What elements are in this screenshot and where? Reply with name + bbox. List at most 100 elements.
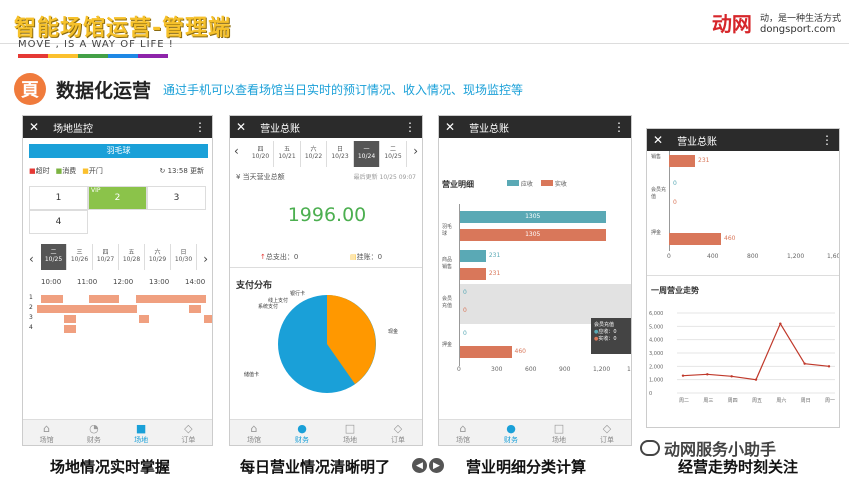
day-tab[interactable]: 一 10/24 — [354, 141, 380, 167]
court-cell[interactable]: 1 — [29, 186, 88, 210]
court-cell[interactable]: 3 — [147, 186, 206, 210]
tag-icon: ◇ — [184, 422, 193, 435]
bar-label: 0 — [463, 330, 467, 337]
slogan: MOVE , IS A WAY OF LIFE ! — [18, 39, 174, 50]
vip-badge: VIP — [91, 187, 101, 194]
tooltip-row: ●应收：0 — [594, 329, 617, 335]
expense-total: ↑总支出：0 — [260, 253, 299, 261]
y-tick: 0 — [649, 391, 652, 397]
day-tab[interactable]: 四 10/20 — [248, 141, 274, 167]
close-icon[interactable]: ✕ — [236, 120, 246, 134]
court-icon: □ — [344, 422, 356, 435]
pie-icon: ● — [506, 422, 516, 435]
day-tab[interactable]: 日 10/30 — [171, 244, 197, 270]
tab-bar: ⌂ 场馆 ◔ 财务 ■ 场地 ◇ 订单 — [23, 419, 212, 445]
bar-label: 460 — [724, 235, 736, 242]
tab-venue[interactable]: ⌂ 场馆 — [439, 420, 487, 445]
more-icon[interactable]: ⋮ — [821, 133, 833, 147]
bar-label: 0 — [673, 180, 677, 187]
row-label: 4 — [29, 324, 33, 331]
booked-slot — [204, 315, 212, 323]
x-tick: 周五 — [752, 398, 762, 404]
tab-order[interactable]: ◇ 订单 — [165, 420, 212, 445]
phone-screen-venue-monitor: ✕ 场地监控 ⋮ 羽毛球 ■超时 ■消费 ■开门 ↻ 13:58 更新 1 2 VI… — [22, 115, 213, 446]
axis-tick: 800 — [747, 253, 759, 260]
home-icon: ⌂ — [250, 422, 258, 435]
trend-point — [681, 374, 685, 377]
payment-pie-chart: 银行卡 线上支付 系统支付 现金 储值卡 — [244, 290, 398, 393]
close-icon[interactable]: ✕ — [29, 120, 39, 134]
trend-line — [682, 322, 830, 381]
y-tick: 1,000 — [649, 378, 663, 384]
tab-finance[interactable]: ● 财务 — [278, 420, 326, 445]
day-tab[interactable]: 日 10/23 — [328, 141, 354, 167]
tooltip-title: 会员充值 — [594, 322, 615, 328]
day-tab[interactable]: 六 10/22 — [301, 141, 327, 167]
court-cell[interactable]: 4 — [29, 210, 88, 234]
axis-tick: 300 — [491, 366, 503, 373]
more-icon[interactable]: ⋮ — [194, 120, 206, 134]
brand-logo: 动网 动，是一种生活方式 dongsport.com — [712, 8, 841, 37]
trend-point — [779, 322, 782, 325]
day-date: 10/23 — [331, 153, 349, 160]
trend-point — [803, 362, 806, 365]
day-tab[interactable]: 三 10/26 — [67, 244, 93, 270]
bar — [460, 250, 486, 262]
tab-venue[interactable]: ⌂ 场馆 — [23, 420, 70, 445]
refresh-time[interactable]: ↻ 13:58 更新 — [160, 166, 205, 176]
day-tab[interactable]: 五 10/28 — [119, 244, 145, 270]
day-weekday: 日 — [336, 146, 343, 153]
tab-court[interactable]: ■ 场地 — [118, 420, 165, 445]
close-icon[interactable]: ✕ — [653, 133, 663, 147]
sport-selector[interactable]: 羽毛球 — [29, 144, 208, 158]
legend-open: 开门 — [88, 167, 103, 175]
chevron-right-icon[interactable]: › — [413, 144, 418, 158]
summary-label: ¥ 当天营业总额 — [236, 173, 285, 181]
bar-label: 231 — [698, 157, 710, 164]
y-tick: 3,000 — [649, 351, 663, 357]
tab-order[interactable]: ◇ 订单 — [583, 420, 631, 445]
app-bar: ✕ 营业总账 ⋮ — [647, 129, 839, 151]
pie-icon: ◔ — [89, 422, 99, 435]
x-axis: 0 400 800 1,200 1,600 — [647, 253, 840, 263]
day-tab[interactable]: 二 10/25 — [41, 244, 67, 270]
next-icon[interactable]: ▶ — [429, 458, 444, 473]
section-title: 数据化运营 — [56, 79, 152, 102]
home-icon: ⌂ — [459, 422, 467, 435]
day-tab[interactable]: 六 10/29 — [145, 244, 171, 270]
app-bar: ✕ 场地监控 ⋮ — [23, 116, 212, 138]
credit-total: ▤挂账：0 — [350, 253, 383, 261]
phone-screen-daily-revenue: ✕ 营业总账 ⋮ ‹ › 四 10/20 五 10/21 六 10/22 日 10/23 一 10/2… — [229, 115, 423, 446]
more-icon[interactable]: ⋮ — [404, 120, 416, 134]
category-label: 押金 — [442, 342, 453, 348]
court-icon: □ — [553, 422, 565, 435]
booked-slot — [139, 315, 149, 323]
tab-court[interactable]: □ 场地 — [535, 420, 583, 445]
row-label: 3 — [29, 314, 33, 321]
brand-site: dongsport.com — [759, 23, 836, 35]
booked-slot — [64, 315, 76, 323]
chevron-left-icon[interactable]: ‹ — [29, 252, 34, 266]
tab-court[interactable]: □ 场地 — [326, 420, 374, 445]
day-weekday: 六 — [154, 249, 161, 256]
hour-label: 10:00 — [41, 278, 62, 286]
bar-label: 460 — [514, 348, 526, 355]
day-tab[interactable]: 二 10/25 — [381, 141, 407, 167]
caption-daily: 每日营业情况清晰明了 — [240, 458, 391, 476]
tab-order[interactable]: ◇ 订单 — [374, 420, 422, 445]
prev-icon[interactable]: ◀ — [412, 458, 427, 473]
status-legend: ■超时 ■消费 ■开门 — [29, 167, 103, 175]
tab-finance[interactable]: ◔ 财务 — [70, 420, 117, 445]
chevron-right-icon[interactable]: › — [203, 252, 208, 266]
trend-point — [827, 365, 831, 368]
chevron-left-icon[interactable]: ‹ — [234, 144, 239, 158]
day-tab[interactable]: 四 10/27 — [93, 244, 119, 270]
tab-venue[interactable]: ⌂ 场馆 — [230, 420, 278, 445]
total-revenue: 1996.00 — [287, 204, 367, 226]
tab-finance[interactable]: ● 财务 — [487, 420, 535, 445]
booked-slot — [136, 295, 206, 303]
pie-label: 储值卡 — [244, 371, 259, 378]
axis-tick: 1,600 — [827, 253, 840, 260]
day-tab[interactable]: 五 10/21 — [275, 141, 301, 167]
hour-axis: 10:00 11:00 12:00 13:00 14:00 — [33, 278, 212, 288]
